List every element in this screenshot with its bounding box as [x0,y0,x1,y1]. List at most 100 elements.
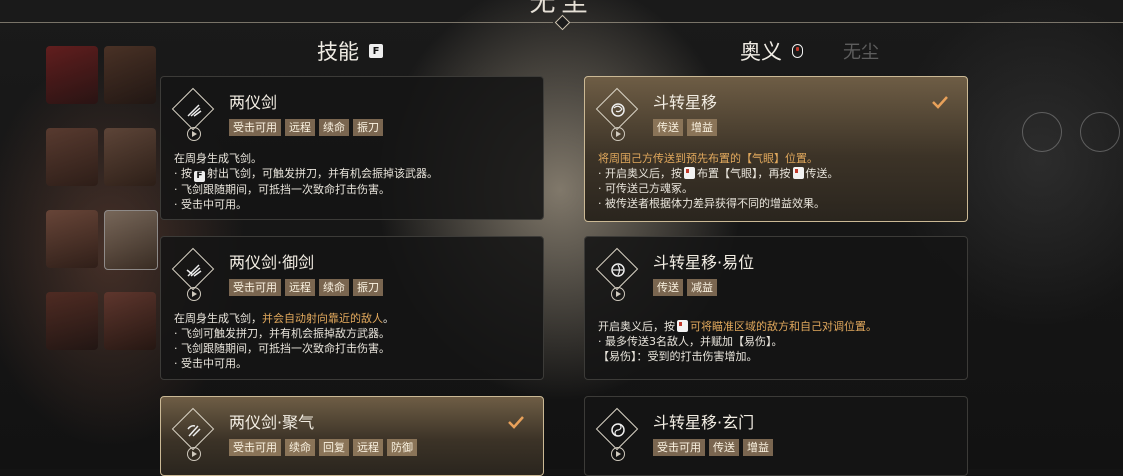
skill-icon [171,407,215,451]
checkmark-icon [932,96,948,109]
ultimate-description: 将周围己方传送到预先布置的【气眼】位置。 · 开启奥义后，按 布置【气眼】，再按传… [598,151,959,211]
skills-column-title: 技能 [317,40,359,64]
ultimate-card[interactable]: 斗转星移·玄门 受击可用 传送 增益 [584,396,968,476]
skill-description: 在周身生成飞剑。 · 按 F 射出飞剑，可触发拼刀，并有机会振掉该武器。 · 飞剑跟… [174,151,535,212]
ultimate-tag: 传送 [709,439,739,456]
skill-card[interactable]: 两仪剑·御剑 受击可用 远程 续命 振刀 在周身生成飞剑，并会自动射向靠近的敌人… [160,236,544,380]
play-preview-icon[interactable] [187,447,201,461]
skill-card[interactable]: 两仪剑 受击可用 远程 续命 振刀 在周身生成飞剑。 · 按 F 射出飞剑，可触发拼… [160,76,544,220]
checkmark-icon [508,416,524,429]
side-skill-circle [1080,112,1120,152]
play-preview-icon[interactable] [187,287,201,301]
skill-tag: 受击可用 [229,439,281,456]
skill-tag: 受击可用 [229,279,281,296]
skill-tag: 远程 [285,119,315,136]
ultimate-icon [595,247,639,291]
ultimate-name: 斗转星移·玄门 [653,413,755,432]
ultimate-tag: 受击可用 [653,439,705,456]
desc-line: · 飞剑可触发拼刀，并有机会振掉敌方武器。 [174,327,390,340]
swirl-icon [599,251,637,289]
mouse-button-icon [792,44,803,58]
ultimate-tag: 增益 [687,119,717,136]
character-portrait[interactable] [46,292,98,350]
swirl-icon [599,91,637,129]
desc-line: · 受击中可用。 [174,357,247,370]
desc-line: 开启奥义后，按 可将瞄准区域的敌方和自己对调位置。 [598,320,877,333]
desc-line: · 最多传送3名敌人，并赋加【易伤】。 [598,335,783,348]
desc-line: · 开启奥义后，按 布置【气眼】，再按 传送。 [598,167,839,180]
mouse-button-icon [684,167,695,179]
sword-icon [175,411,213,449]
ultimate-card-selected[interactable]: 斗转星移 传送 增益 将周围己方传送到预先布置的【气眼】位置。 · 开启奥义后，… [584,76,968,222]
f-key-icon: F [194,171,205,182]
character-portrait[interactable] [104,128,156,186]
ultimate-tag: 传送 [653,279,683,296]
ultimate-icon [595,87,639,131]
skill-tag: 远程 [285,279,315,296]
skill-tag: 振刀 [353,279,383,296]
skill-description: 在周身生成飞剑，并会自动射向靠近的敌人。 · 飞剑可触发拼刀，并有机会振掉敌方武… [174,311,535,371]
skill-tag: 受击可用 [229,119,281,136]
skill-tag: 远程 [353,439,383,456]
desc-line: 将周围己方传送到预先布置的【气眼】位置。 [598,152,818,165]
desc-line: 在周身生成飞剑。 [174,152,262,165]
desc-line: 在周身生成飞剑，并会自动射向靠近的敌人。 [174,312,394,325]
ultimate-tags: 传送 减益 [653,279,717,296]
play-preview-icon[interactable] [611,127,625,141]
ultimate-tag: 减益 [687,279,717,296]
skill-tag: 防御 [387,439,417,456]
skill-tags: 受击可用 续命 回复 远程 防御 [229,439,417,456]
desc-line: · 受击中可用。 [174,198,247,211]
skill-icon [171,247,215,291]
skill-card-selected[interactable]: 两仪剑·聚气 受击可用 续命 回复 远程 防御 [160,396,544,476]
background-name-text: 无尘 [843,42,879,63]
character-portrait[interactable] [104,210,158,270]
character-portrait[interactable] [46,46,98,104]
character-portrait[interactable] [46,128,98,186]
ultimate-column-title: 奥义 [740,40,782,64]
play-preview-icon[interactable] [611,447,625,461]
skill-icon [171,87,215,131]
skill-name: 两仪剑 [229,93,278,112]
yin-yang-icon [599,411,637,449]
skill-tag: 振刀 [353,119,383,136]
sword-icon [175,91,213,129]
skill-tag: 续命 [319,119,349,136]
play-preview-icon[interactable] [187,127,201,141]
desc-line: · 可传送己方魂冢。 [598,182,693,195]
side-skill-circle [1022,112,1062,152]
desc-line: 【易伤】：受到的打击伤害增加。 [598,350,758,363]
ultimate-tags: 受击可用 传送 增益 [653,439,773,456]
skill-tags: 受击可用 远程 续命 振刀 [229,279,383,296]
ultimate-tag: 传送 [653,119,683,136]
skill-tag: 续命 [319,279,349,296]
mouse-button-icon [677,320,688,332]
skill-tags: 受击可用 远程 续命 振刀 [229,119,383,136]
character-portrait[interactable] [104,292,156,350]
desc-line: · 被传送者根据体力差异获得不同的增益效果。 [598,197,825,210]
ultimate-name: 斗转星移 [653,93,718,112]
ultimate-tags: 传送 增益 [653,119,717,136]
skill-name: 两仪剑·聚气 [229,413,315,432]
desc-line: · 飞剑跟随期间，可抵挡一次致命打击伤害。 [174,342,390,355]
skill-tag: 续命 [285,439,315,456]
character-portrait[interactable] [46,210,98,268]
skills-column-header: 技能 F [317,36,383,66]
character-portrait[interactable] [104,46,156,104]
header-divider-left [0,22,553,23]
ultimate-tag: 增益 [743,439,773,456]
f-key-icon: F [369,44,383,58]
ultimate-column-header: 奥义 [740,36,803,66]
desc-line: · 飞剑跟随期间，可抵挡一次致命打击伤害。 [174,183,390,196]
skill-name: 两仪剑·御剑 [229,253,315,272]
ultimate-description: 开启奥义后，按 可将瞄准区域的敌方和自己对调位置。 · 最多传送3名敌人，并赋加【… [598,319,959,364]
sword-icon [175,251,213,289]
ultimate-card[interactable]: 斗转星移·易位 传送 减益 开启奥义后，按 可将瞄准区域的敌方和自己对调位置。 ·… [584,236,968,380]
skill-tag: 回复 [319,439,349,456]
ultimate-icon [595,407,639,451]
header-divider-right [570,22,1123,23]
play-preview-icon[interactable] [611,287,625,301]
desc-line: · 按 F 射出飞剑，可触发拼刀，并有机会振掉该武器。 [174,167,438,182]
mouse-button-icon [792,167,804,179]
ultimate-name: 斗转星移·易位 [653,253,755,272]
